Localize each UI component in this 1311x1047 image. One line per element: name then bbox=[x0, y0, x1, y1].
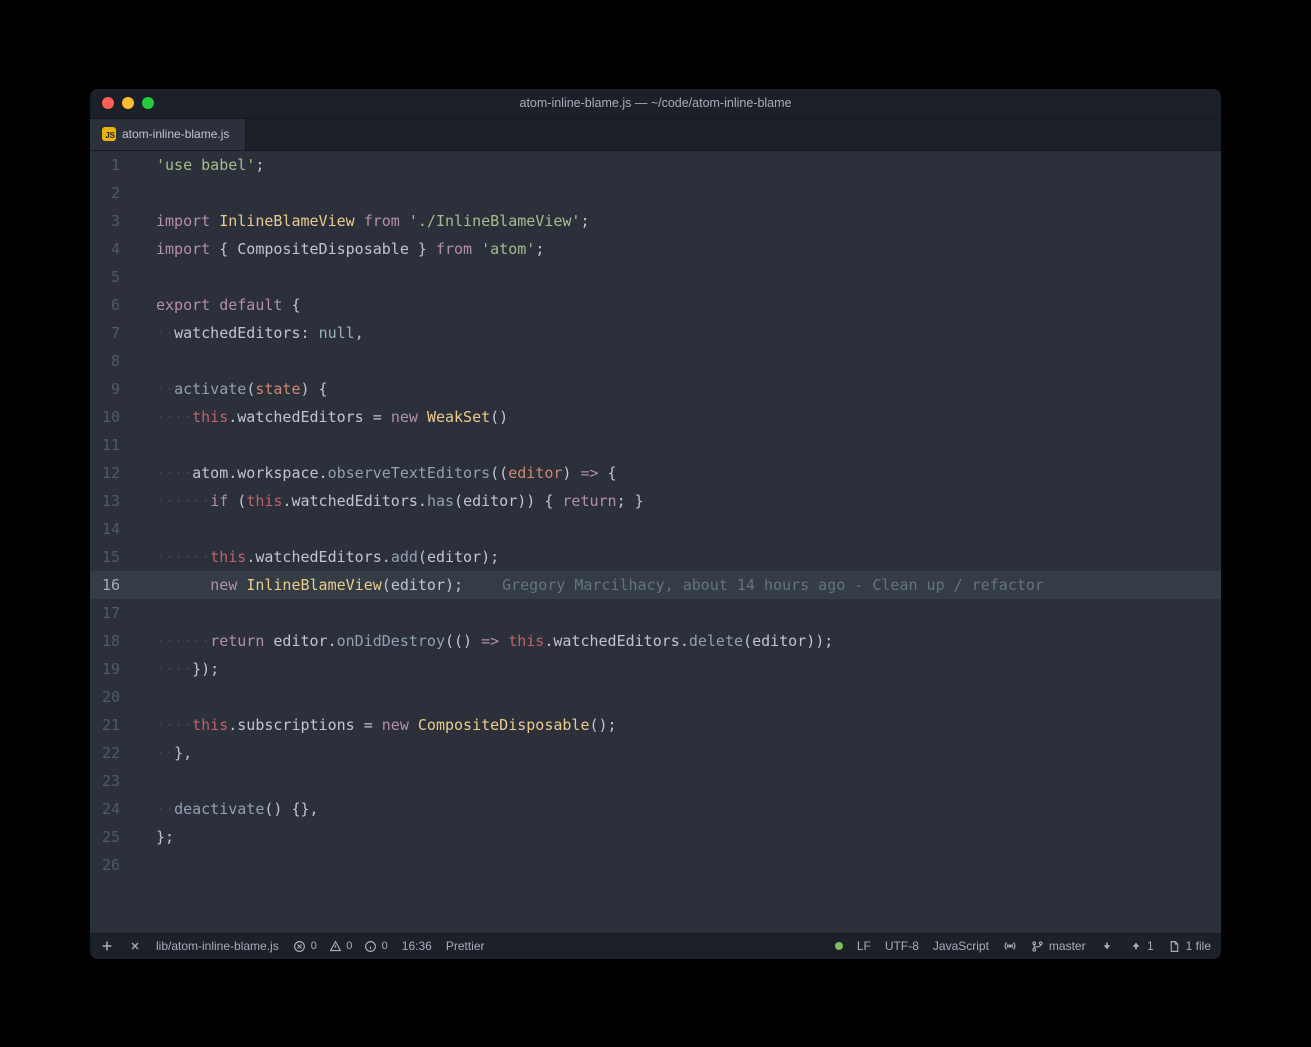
line-number[interactable]: 24 bbox=[90, 795, 150, 823]
window-title: atom-inline-blame.js — ~/code/atom-inlin… bbox=[90, 96, 1221, 110]
linter-ok-icon bbox=[835, 942, 843, 950]
line-number[interactable]: 6 bbox=[90, 291, 150, 319]
line-number[interactable]: 16 bbox=[90, 571, 150, 599]
warning-icon bbox=[328, 939, 342, 953]
line-number[interactable]: 15 bbox=[90, 543, 150, 571]
error-count: 0 bbox=[311, 940, 317, 952]
js-file-icon: JS bbox=[102, 127, 116, 141]
line-number[interactable]: 18 bbox=[90, 627, 150, 655]
minimize-window-button[interactable] bbox=[122, 97, 134, 109]
cursor-position[interactable]: 16:36 bbox=[402, 939, 432, 953]
line-number[interactable]: 11 bbox=[90, 431, 150, 459]
code-line[interactable]: ¬ bbox=[150, 347, 1221, 375]
line-number[interactable]: 10 bbox=[90, 403, 150, 431]
line-number[interactable]: 8 bbox=[90, 347, 150, 375]
code-line[interactable]: ··},¬ bbox=[150, 739, 1221, 767]
code-line[interactable]: ··activate(state) {¬ bbox=[150, 375, 1221, 403]
status-bar: lib/atom-inline-blame.js 0 0 0 16:36 Pre… bbox=[90, 933, 1221, 959]
line-number[interactable]: 25 bbox=[90, 823, 150, 851]
line-number[interactable]: 19 bbox=[90, 655, 150, 683]
grammar-selector[interactable]: JavaScript bbox=[933, 939, 989, 953]
code-line[interactable]: ¬ bbox=[150, 263, 1221, 291]
code-line[interactable]: ······this.watchedEditors.add(editor);¬ bbox=[150, 543, 1221, 571]
branch-name: master bbox=[1049, 939, 1086, 953]
line-number[interactable]: 20 bbox=[90, 683, 150, 711]
line-number[interactable]: 3 bbox=[90, 207, 150, 235]
line-number[interactable]: 21 bbox=[90, 711, 150, 739]
line-number[interactable]: 13 bbox=[90, 487, 150, 515]
code-area[interactable]: 'use babel';¬¬import InlineBlameView fro… bbox=[150, 151, 1221, 933]
code-line[interactable]: ··watchedEditors: null,¬ bbox=[150, 319, 1221, 347]
maximize-window-button[interactable] bbox=[142, 97, 154, 109]
line-number[interactable]: 22 bbox=[90, 739, 150, 767]
close-panel-button[interactable] bbox=[128, 939, 142, 953]
code-line[interactable]: ¬ bbox=[150, 431, 1221, 459]
broadcast-icon[interactable] bbox=[1003, 939, 1017, 953]
line-number[interactable]: 9 bbox=[90, 375, 150, 403]
line-number[interactable]: 23 bbox=[90, 767, 150, 795]
line-number[interactable]: 2 bbox=[90, 179, 150, 207]
code-line[interactable]: ····atom.workspace.observeTextEditors((e… bbox=[150, 459, 1221, 487]
project-files[interactable]: 1 file bbox=[1168, 939, 1211, 953]
git-ahead-count: 1 bbox=[1147, 939, 1154, 953]
tab-label: atom-inline-blame.js bbox=[122, 127, 229, 141]
encoding-selector[interactable]: UTF-8 bbox=[885, 939, 919, 953]
info-count: 0 bbox=[382, 940, 388, 952]
code-line[interactable]: ····});¬ bbox=[150, 655, 1221, 683]
line-number[interactable]: 12 bbox=[90, 459, 150, 487]
line-number[interactable]: 7 bbox=[90, 319, 150, 347]
plus-icon bbox=[100, 939, 114, 953]
code-line[interactable]: ······new InlineBlameView(editor);¬Grego… bbox=[150, 571, 1221, 599]
git-ahead-behind[interactable]: 1 bbox=[1100, 939, 1154, 953]
line-number[interactable]: 5 bbox=[90, 263, 150, 291]
line-number[interactable]: 14 bbox=[90, 515, 150, 543]
code-line[interactable]: ····this.watchedEditors = new WeakSet()¬ bbox=[150, 403, 1221, 431]
code-line[interactable]: import InlineBlameView from './InlineBla… bbox=[150, 207, 1221, 235]
text-editor[interactable]: 1234567891011121314151617181920212223242… bbox=[90, 151, 1221, 933]
code-line[interactable]: 'use babel';¬ bbox=[150, 151, 1221, 179]
code-line[interactable]: ¬ bbox=[150, 179, 1221, 207]
git-branch[interactable]: master bbox=[1031, 939, 1086, 953]
diagnostics[interactable]: 0 0 0 bbox=[293, 939, 388, 953]
line-number-gutter: 1234567891011121314151617181920212223242… bbox=[90, 151, 150, 933]
code-line[interactable]: ¬ bbox=[150, 851, 1221, 879]
line-number[interactable]: 4 bbox=[90, 235, 150, 263]
code-line[interactable]: ¬ bbox=[150, 683, 1221, 711]
prettier-status[interactable]: Prettier bbox=[446, 939, 485, 953]
file-count: 1 file bbox=[1186, 939, 1211, 953]
info-icon bbox=[364, 939, 378, 953]
warning-count: 0 bbox=[346, 940, 352, 952]
code-line[interactable]: ····this.subscriptions = new CompositeDi… bbox=[150, 711, 1221, 739]
editor-window: atom-inline-blame.js — ~/code/atom-inlin… bbox=[90, 89, 1221, 959]
tab-bar: JS atom-inline-blame.js bbox=[90, 119, 1221, 151]
close-window-button[interactable] bbox=[102, 97, 114, 109]
code-line[interactable]: };¬ bbox=[150, 823, 1221, 851]
close-icon bbox=[128, 939, 142, 953]
new-file-button[interactable] bbox=[100, 939, 114, 953]
file-tab[interactable]: JS atom-inline-blame.js bbox=[90, 119, 246, 150]
line-number[interactable]: 26 bbox=[90, 851, 150, 879]
git-branch-icon bbox=[1031, 939, 1045, 953]
file-icon bbox=[1168, 939, 1182, 953]
line-number[interactable]: 17 bbox=[90, 599, 150, 627]
code-line[interactable]: ··deactivate() {},¬ bbox=[150, 795, 1221, 823]
code-line[interactable]: ¬ bbox=[150, 767, 1221, 795]
line-ending-selector[interactable]: LF bbox=[857, 939, 871, 953]
code-line[interactable]: import { CompositeDisposable } from 'ato… bbox=[150, 235, 1221, 263]
arrow-down-icon bbox=[1100, 939, 1114, 953]
code-line[interactable]: export default {¬ bbox=[150, 291, 1221, 319]
traffic-lights bbox=[102, 97, 154, 109]
arrow-up-icon bbox=[1129, 939, 1143, 953]
line-number[interactable]: 1 bbox=[90, 151, 150, 179]
code-line[interactable]: ¬ bbox=[150, 599, 1221, 627]
file-path[interactable]: lib/atom-inline-blame.js bbox=[156, 939, 279, 953]
code-line[interactable]: ······return editor.onDidDestroy(() => t… bbox=[150, 627, 1221, 655]
inline-blame-annotation: Gregory Marcilhacy, about 14 hours ago -… bbox=[502, 576, 1044, 594]
titlebar: atom-inline-blame.js — ~/code/atom-inlin… bbox=[90, 89, 1221, 119]
code-line[interactable]: ······if (this.watchedEditors.has(editor… bbox=[150, 487, 1221, 515]
code-line[interactable]: ¬ bbox=[150, 515, 1221, 543]
error-icon bbox=[293, 939, 307, 953]
